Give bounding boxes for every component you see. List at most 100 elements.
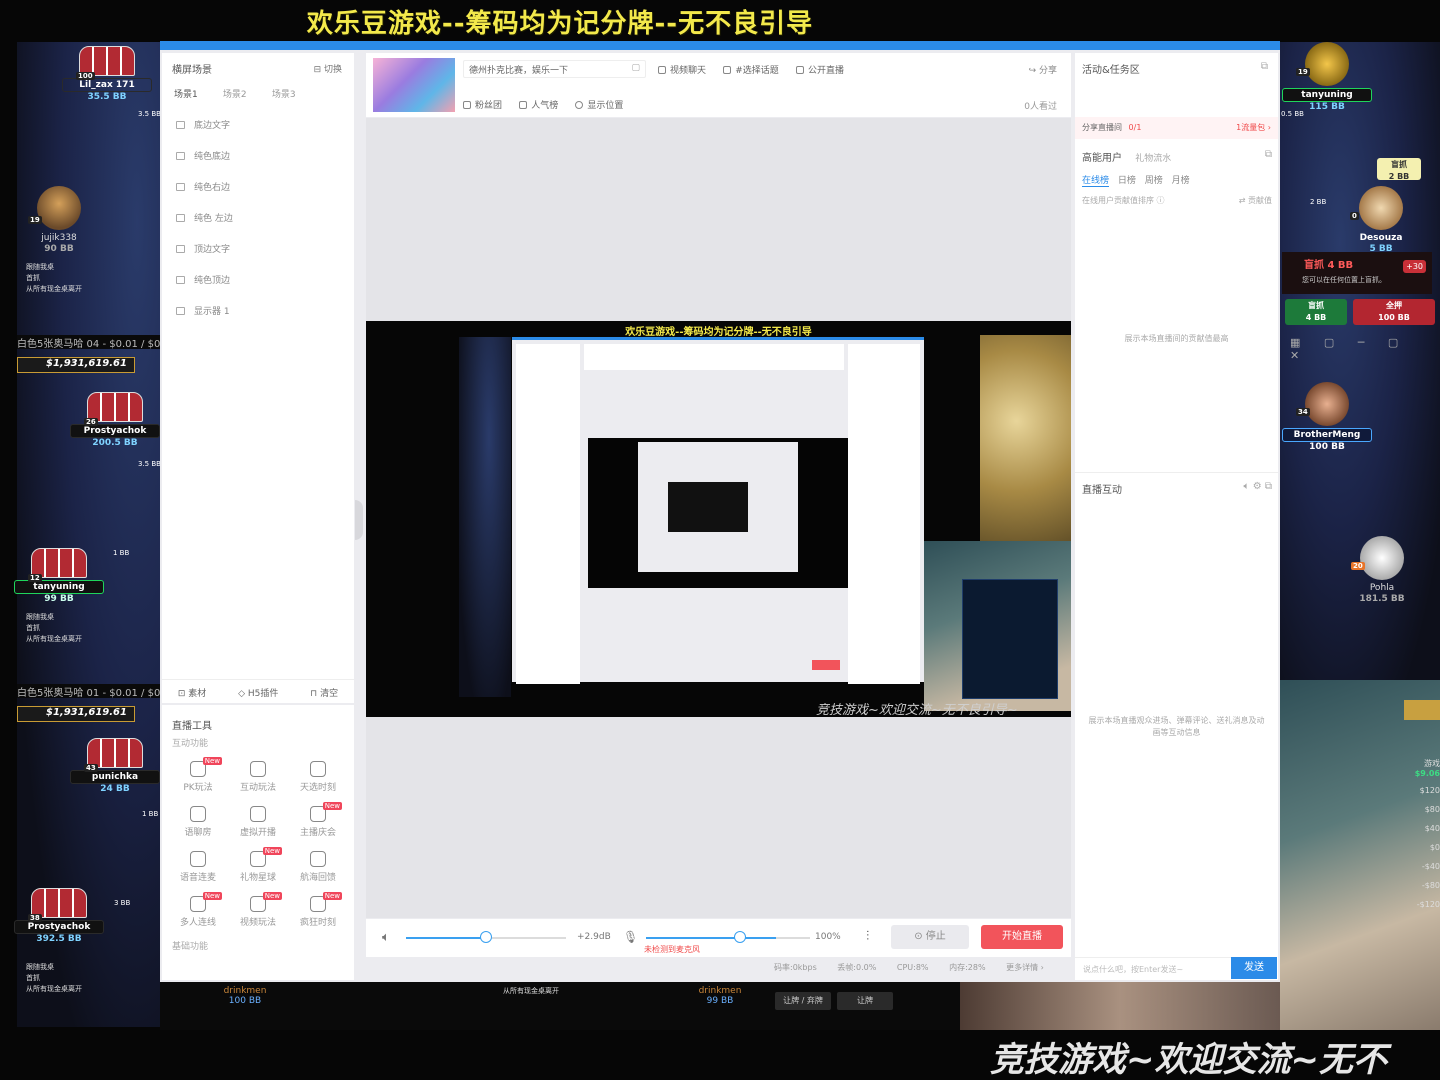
tab-daily-rank[interactable]: 日榜 [1118,176,1136,186]
speaker-icon[interactable]: 🔈︎ [382,930,390,945]
tool-item[interactable]: 语音连麦 [168,847,228,892]
tab-scene-1[interactable]: 场景1 [174,90,198,100]
mixer-icon[interactable]: ⫶ [866,929,869,944]
popout-icon[interactable]: ⧉ [1265,149,1272,160]
source-item[interactable]: 纯色顶边 [162,264,354,295]
stream-preview[interactable]: 欢乐豆游戏--筹码均为记分牌--无不良引导 竞技游戏~欢迎交流~无不良引导~ [366,321,1071,717]
player-level: 34 [1296,408,1310,416]
poker-player[interactable]: 43 punichka 24 BB [70,738,160,794]
sort-by-contribution[interactable]: ⇄ 贡献值 [1239,195,1272,206]
poker-player[interactable]: 12 tanyuning 99 BB [14,548,104,604]
source-item[interactable]: 顶边文字 [162,233,354,264]
microphone-icon[interactable]: 🎙︎ [623,930,638,944]
mic-knob[interactable] [733,931,746,943]
blind-raise-button[interactable]: 盲抓 4 BB [1285,299,1347,325]
tab-scene-2[interactable]: 场景2 [223,90,247,100]
start-live-button[interactable]: 开始直播 [981,925,1063,949]
overlay-top-banner: 欢乐豆游戏--筹码均为记分牌--无不良引导 [0,0,1440,42]
window-controls-icon[interactable]: ▦ ▢ ─ ▢ ✕ [1290,336,1440,362]
table-strip[interactable]: 白色5张奥马哈 01 - $0.01 / $0 [17,684,160,698]
public-live-select[interactable]: 公开直播 [795,63,844,76]
fans-club-button[interactable]: 粉丝团 [463,98,502,111]
stop-button[interactable]: ⊙ 停止 [891,925,969,949]
tool-icon [250,761,266,777]
popularity-label: 人气榜 [531,101,559,111]
tab-scene-3[interactable]: 场景3 [272,90,296,100]
mic-slider[interactable] [646,937,810,939]
interaction-title: 直播互动 [1082,485,1122,496]
player-stack: 99 BB [706,996,734,1006]
tab-high-energy-users[interactable]: 高能用户 [1082,153,1122,164]
cpu-stat: CPU:8% [896,963,929,972]
poker-player[interactable]: 19 tanyuning 115 BB [1282,42,1372,112]
source-item[interactable]: 底边文字 [162,109,354,140]
send-button[interactable]: 发送 [1231,957,1277,979]
poker-player[interactable]: 20 Pohla 181.5 BB [1337,536,1427,604]
interaction-tools[interactable]: 🔈︎ ⚙︎ ⧉ [1244,481,1272,492]
tab-weekly-rank[interactable]: 周榜 [1145,176,1163,186]
player-level: 19 [1296,68,1310,76]
player-name: Lil_zax 171 [62,78,152,92]
poker-player[interactable]: 0 Desouza 5 BB [1336,186,1426,254]
tool-item[interactable]: 疯狂时刻 New [288,892,348,937]
expand-icon[interactable]: ⧉ [1261,61,1268,76]
popularity-button[interactable]: 人气榜 [519,98,558,111]
share-reward: 1流量包 › [1236,123,1271,132]
poker-player[interactable]: 100 Lil_zax 171 35.5 BB [62,46,152,102]
collapse-left-handle[interactable] [355,500,363,540]
category-select[interactable]: 视频聊天 [658,63,706,76]
tab-monthly-rank[interactable]: 月榜 [1172,176,1190,186]
source-item[interactable]: 纯色 左边 [162,202,354,233]
room-cover-thumbnail[interactable] [373,58,455,112]
tool-item[interactable]: 航海回馈 [288,847,348,892]
tab-gift-flow[interactable]: 礼物流水 [1135,154,1171,164]
app-titlebar[interactable] [160,41,1280,50]
switch-label: 切换 [323,64,342,75]
chip-amount: 1 BB [142,810,159,818]
rank-header: 在线用户贡献值排序 ⓘ ⇄ 贡献值 [1082,195,1272,206]
switch-scene-button[interactable]: ⊟ 切换 [314,62,342,75]
source-item[interactable]: 纯色右边 [162,171,354,202]
tool-item[interactable]: 互动玩法 [228,757,288,802]
tool-item[interactable]: 视频玩法 New [228,892,288,937]
poker-player[interactable]: 38 Prostyachok 392.5 BB [14,888,104,944]
bottom-player[interactable]: drinkmen 100 BB [205,986,285,1006]
tab-online-rank[interactable]: 在线榜 [1082,176,1110,187]
share-room-task[interactable]: 分享直播间 0/1 1流量包 › [1075,117,1278,139]
player-level: 26 [84,418,98,426]
topic-select[interactable]: #选择话题 [723,63,779,76]
tool-item[interactable]: 天选时刻 [288,757,348,802]
volume-knob[interactable] [480,931,492,943]
tool-item[interactable]: PK玩法 New [168,757,228,802]
material-button[interactable]: ⊡ 素材 [178,686,206,699]
h5-plugin-button[interactable]: ◇ H5插件 [238,686,278,699]
location-label: 显示位置 [587,101,624,111]
interaction-header: 直播互动 🔈︎ ⚙︎ ⧉ [1082,481,1272,496]
player-level: 43 [84,764,98,772]
source-item[interactable]: 显示器 1 [162,295,354,326]
poker-player[interactable]: 34 BrotherMeng 100 BB [1282,382,1372,452]
location-toggle[interactable]: 显示位置 [575,98,623,111]
poker-player[interactable]: 19 jujik338 90 BB [14,186,104,254]
table-strip[interactable]: 白色5张奥马哈 04 - $0.01 / $0 [17,335,160,349]
chat-input[interactable]: 说点什么吧，按Enter发送~ [1075,957,1231,979]
tool-item[interactable]: 主播庆会 New [288,802,348,847]
tool-item[interactable]: 语聊房 [168,802,228,847]
bottom-player[interactable]: drinkmen 99 BB [680,986,760,1006]
bitrate-stat: 码率:0kbps [774,963,817,972]
more-details-link[interactable]: 更多详情 › [1006,963,1044,972]
all-in-button[interactable]: 全押 100 BB [1353,299,1435,325]
clear-button[interactable]: ⊓ 清空 [310,686,338,699]
poker-player[interactable]: 26 Prostyachok 200.5 BB [70,392,160,448]
room-title-input[interactable]: 德州扑克比赛，娱乐一下 ▢ [463,60,646,78]
tool-item[interactable]: 礼物星球 New [228,847,288,892]
raise-plus-button[interactable]: +30 [1403,260,1426,273]
share-button[interactable]: ↪ 分享 [1029,63,1057,76]
notice-line: 首抓 [26,974,40,982]
tool-item[interactable]: 虚拟开播 [228,802,288,847]
source-item[interactable]: 纯色底边 [162,140,354,171]
check-fold-button[interactable]: 让牌 / 弃牌 [775,992,831,1010]
tool-item[interactable]: 多人连线 New [168,892,228,937]
source-label: 纯色顶边 [194,276,231,286]
check-button[interactable]: 让牌 [837,992,893,1010]
